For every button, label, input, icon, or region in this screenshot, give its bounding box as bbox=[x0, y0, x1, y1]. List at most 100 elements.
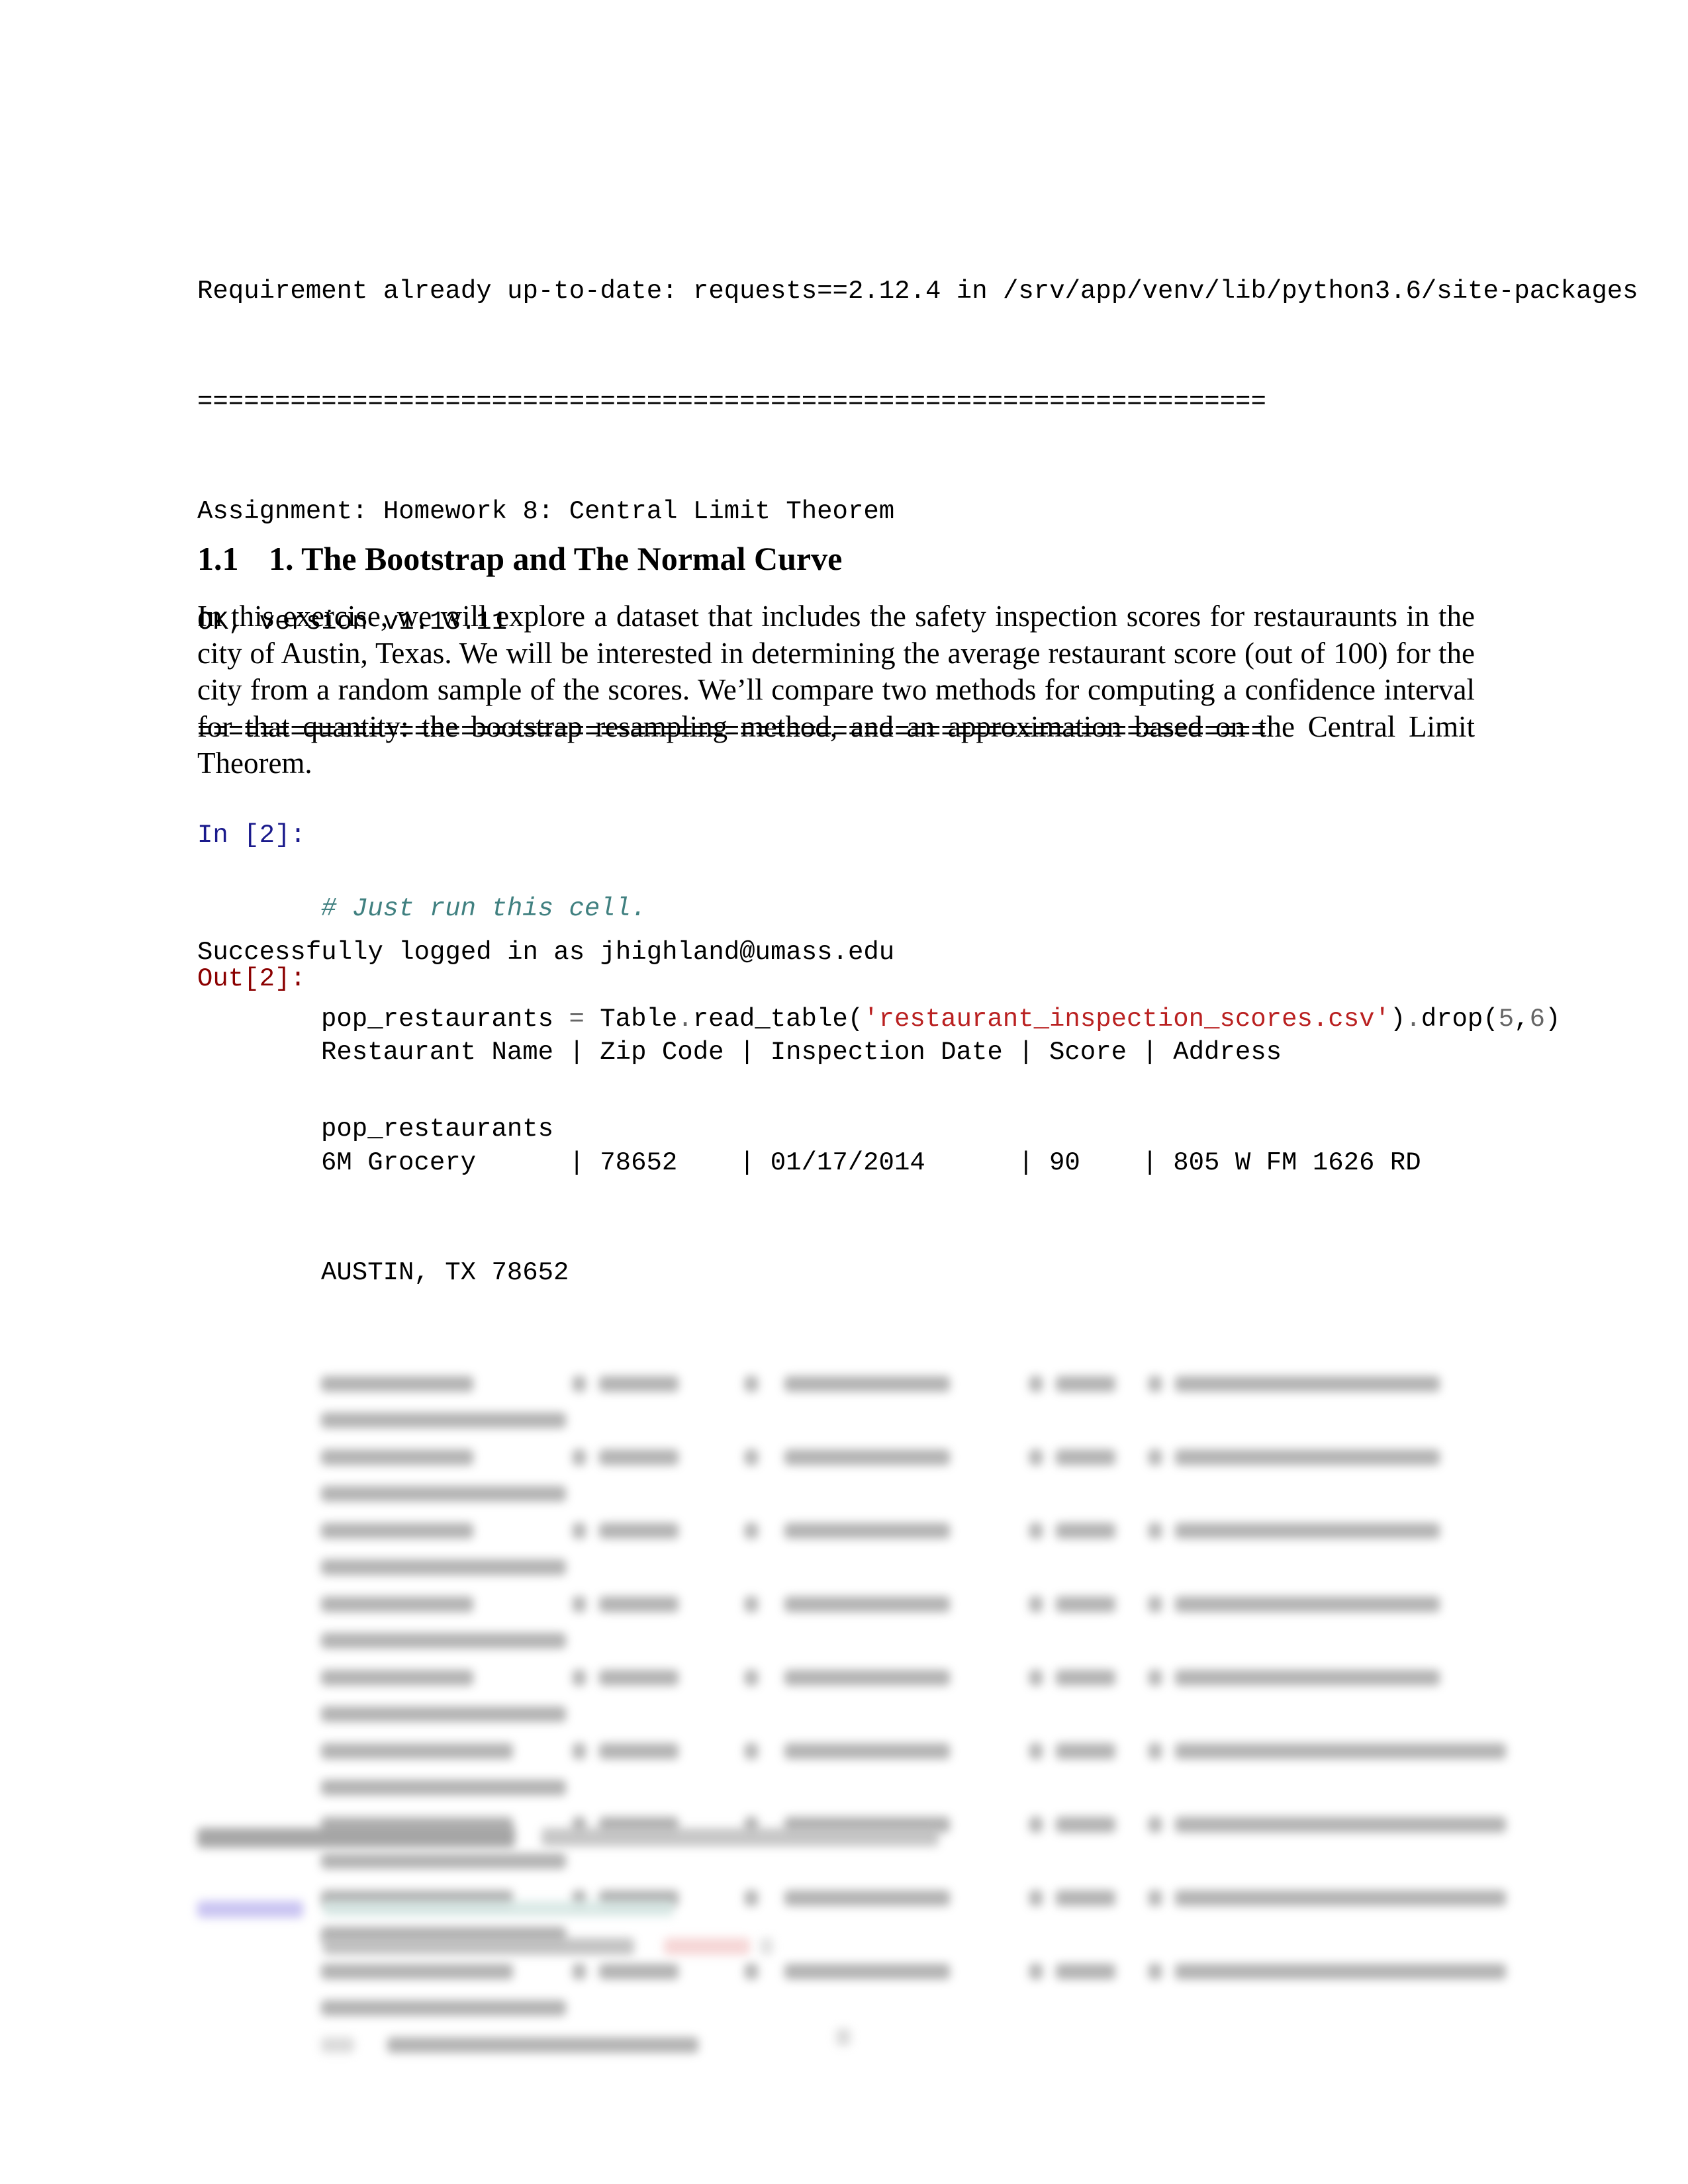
blurred-text bbox=[1175, 1596, 1440, 1612]
blurred-text bbox=[1056, 1522, 1115, 1539]
blurred-text bbox=[1056, 1889, 1115, 1906]
blurred-text bbox=[323, 1901, 674, 1917]
blurred-text bbox=[784, 1743, 950, 1759]
blurred-text bbox=[1029, 1669, 1043, 1686]
blurred-text bbox=[197, 1901, 303, 1918]
blurred-text bbox=[1175, 1889, 1506, 1906]
blurred-row bbox=[321, 1439, 1579, 1476]
blurred-row bbox=[321, 1622, 1579, 1659]
blurred-text bbox=[323, 1938, 634, 1955]
blurred-row bbox=[321, 2026, 1579, 2064]
blurred-text bbox=[321, 1743, 513, 1759]
blurred-text bbox=[1029, 1963, 1043, 1979]
blurred-text bbox=[1175, 1743, 1506, 1759]
blurred-text bbox=[1029, 1375, 1043, 1392]
blurred-text bbox=[1175, 1816, 1506, 1833]
blurred-text bbox=[784, 1522, 950, 1539]
blurred-text bbox=[321, 1522, 473, 1539]
blurred-text bbox=[321, 1449, 473, 1465]
blurred-text bbox=[321, 1633, 566, 1649]
blurred-text bbox=[321, 1412, 566, 1428]
blurred-text bbox=[745, 1743, 758, 1759]
blurred-text bbox=[1029, 1449, 1043, 1465]
blurred-text bbox=[321, 1669, 473, 1686]
blurred-text bbox=[1149, 1596, 1162, 1612]
blurred-row bbox=[321, 1989, 1579, 2026]
blurred-text bbox=[599, 1449, 679, 1465]
blurred-text bbox=[1175, 1963, 1506, 1979]
blurred-text bbox=[321, 1853, 566, 1869]
blurred-text bbox=[1056, 1375, 1115, 1392]
blurred-text bbox=[1149, 1816, 1162, 1833]
table-header: Restaurant Name | Zip Code | Inspection … bbox=[321, 1038, 1282, 1067]
blurred-text bbox=[745, 1596, 758, 1612]
blurred-row bbox=[321, 1733, 1579, 1770]
blurred-text bbox=[1029, 1743, 1043, 1759]
blurred-text bbox=[573, 1449, 586, 1465]
blurred-text bbox=[599, 1522, 679, 1539]
blurred-text bbox=[197, 1828, 515, 1848]
blurred-text bbox=[599, 1375, 679, 1392]
blurred-text bbox=[321, 2036, 354, 2053]
blurred-text bbox=[387, 2036, 698, 2053]
blurred-text bbox=[573, 1963, 586, 1979]
blurred-text bbox=[573, 1669, 586, 1686]
blurred-text bbox=[784, 1375, 950, 1392]
blurred-text bbox=[1149, 1522, 1162, 1539]
blurred-text bbox=[1175, 1522, 1440, 1539]
blurred-text bbox=[573, 1522, 586, 1539]
blurred-text bbox=[1175, 1449, 1440, 1465]
blurred-question-text bbox=[197, 1819, 992, 1855]
blurred-text bbox=[321, 2000, 566, 2016]
blurred-row bbox=[321, 1402, 1579, 1439]
blurred-text bbox=[745, 1669, 758, 1686]
blurred-text bbox=[1056, 1669, 1115, 1686]
blurred-text bbox=[573, 1596, 586, 1612]
blurred-text bbox=[1029, 1889, 1043, 1906]
blurred-text bbox=[321, 1486, 566, 1502]
blurred-text bbox=[321, 1559, 566, 1575]
blurred-text bbox=[745, 1375, 758, 1392]
blurred-row bbox=[321, 1659, 1579, 1696]
blurred-text bbox=[1175, 1375, 1440, 1392]
blurred-text bbox=[836, 2028, 851, 2046]
blurred-row bbox=[321, 1586, 1579, 1623]
blurred-text bbox=[784, 1449, 950, 1465]
blurred-row bbox=[321, 1512, 1579, 1549]
intro-paragraph: In this exercise, we will explore a data… bbox=[197, 600, 1475, 780]
blurred-text bbox=[745, 1963, 758, 1979]
blurred-text bbox=[784, 1596, 950, 1612]
blurred-text bbox=[541, 1828, 939, 1846]
blurred-text bbox=[1149, 1449, 1162, 1465]
blurred-text bbox=[599, 1743, 679, 1759]
blurred-text bbox=[1056, 1449, 1115, 1465]
blurred-text bbox=[1056, 1596, 1115, 1612]
blurred-row bbox=[321, 1769, 1579, 1806]
blurred-text bbox=[1175, 1669, 1440, 1686]
blurred-text bbox=[573, 1743, 586, 1759]
console-divider: ========================================… bbox=[197, 387, 1266, 416]
blurred-text bbox=[784, 1963, 950, 1979]
blurred-text bbox=[1056, 1963, 1115, 1979]
blurred-text bbox=[784, 1669, 950, 1686]
blurred-text bbox=[664, 1938, 750, 1955]
blurred-text bbox=[321, 1963, 513, 1979]
code-comment: # Just run this cell. bbox=[321, 894, 647, 923]
blurred-text bbox=[321, 1780, 566, 1796]
section-number: 1.1 bbox=[197, 540, 239, 577]
blurred-text bbox=[1149, 1963, 1162, 1979]
blurred-text bbox=[1029, 1522, 1043, 1539]
blurred-row bbox=[321, 1365, 1579, 1402]
table-row-continuation: AUSTIN, TX 78652 bbox=[321, 1258, 569, 1287]
blurred-text bbox=[573, 1375, 586, 1392]
blurred-text bbox=[1149, 1889, 1162, 1906]
blurred-text bbox=[321, 1706, 566, 1722]
blurred-page-number bbox=[831, 2023, 857, 2050]
section-heading: 1.1 1. The Bootstrap and The Normal Curve bbox=[197, 537, 842, 580]
console-line: Requirement already up-to-date: requests… bbox=[197, 277, 1638, 306]
section-title: 1. The Bootstrap and The Normal Curve bbox=[269, 540, 843, 577]
blurred-text bbox=[321, 1596, 473, 1612]
blurred-text bbox=[1149, 1375, 1162, 1392]
blurred-row bbox=[321, 1475, 1579, 1512]
blurred-code-cell bbox=[197, 1890, 992, 1964]
